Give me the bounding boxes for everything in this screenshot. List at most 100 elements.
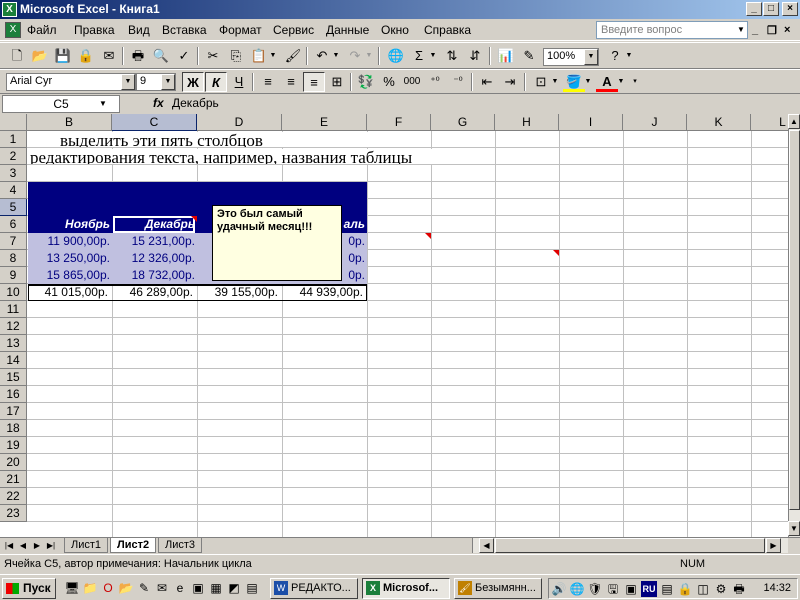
menu-edit[interactable]: Правка (74, 23, 115, 37)
chart-wizard-icon[interactable]: 📊 (495, 46, 517, 66)
vertical-scrollbar[interactable]: ▲ ▼ (788, 114, 800, 537)
maximize-button[interactable]: □ (763, 2, 779, 16)
percent-button[interactable]: % (378, 72, 400, 92)
first-sheet-icon[interactable]: |◀ (3, 539, 15, 553)
formula-input[interactable]: Декабрь (172, 96, 219, 110)
chevron-down-icon[interactable]: ▼ (550, 72, 560, 92)
total-cell[interactable]: 39 155,00р. (198, 284, 278, 301)
increase-indent-icon[interactable]: ⇥ (499, 72, 521, 92)
network-icon[interactable]: 🌐 (569, 581, 585, 597)
horizontal-scrollbar[interactable]: ◀ ▶ (472, 538, 788, 553)
column-header-b[interactable]: B (27, 114, 112, 131)
hyperlink-icon[interactable]: 🌐 (385, 46, 407, 66)
app-tray-icon[interactable]: 🖶 (731, 581, 747, 597)
chevron-down-icon[interactable]: ▼ (161, 74, 175, 90)
folder-icon[interactable]: 📂 (118, 580, 134, 596)
paste-icon[interactable]: 📋 (248, 46, 270, 66)
cell-row1-text[interactable]: выделить эти пять столбцов (28, 132, 368, 147)
column-header-l[interactable]: L (751, 114, 788, 131)
sheet-tab-1[interactable]: Лист1 (64, 538, 109, 553)
chevron-down-icon[interactable]: ▼ (268, 46, 278, 66)
thousands-button[interactable]: 000 (401, 72, 423, 92)
table-cell[interactable]: 15 231,00р. (113, 233, 195, 250)
close-button[interactable]: × (782, 2, 798, 16)
row-header[interactable]: 12 (0, 318, 27, 335)
menu-view[interactable]: Вид (128, 23, 150, 37)
email-icon[interactable]: ✉ (98, 46, 120, 66)
chevron-down-icon[interactable]: ▼ (428, 46, 438, 66)
chevron-down-icon[interactable]: ▼ (624, 46, 634, 66)
column-header-h[interactable]: H (495, 114, 559, 131)
taskbar-paint-button[interactable]: 🖌 Безымянн... (454, 578, 542, 599)
row-header[interactable]: 16 (0, 386, 27, 403)
app-icon[interactable]: ◩ (226, 580, 242, 596)
comment-indicator[interactable] (553, 250, 559, 256)
excel-app-icon[interactable]: X (2, 2, 17, 17)
new-document-icon[interactable]: 🗋 (6, 46, 28, 66)
table-cell[interactable]: 12 326,00р. (113, 250, 195, 267)
ie-icon[interactable]: e (172, 580, 188, 596)
menu-help[interactable]: Справка (424, 23, 471, 37)
drawing-icon[interactable]: ✎ (518, 46, 540, 66)
app-tray-icon[interactable]: ◫ (695, 581, 711, 597)
scroll-down-icon[interactable]: ▼ (788, 521, 800, 536)
volume-icon[interactable]: 🔊 (551, 581, 567, 597)
column-header-g[interactable]: G (431, 114, 495, 131)
row-header[interactable]: 17 (0, 403, 27, 420)
row-header[interactable]: 3 (0, 165, 27, 182)
chevron-down-icon[interactable]: ▼ (96, 96, 110, 112)
doc-restore-button[interactable]: ❐ (767, 24, 777, 37)
increase-decimal-icon[interactable]: ⁺⁰ (424, 72, 446, 92)
italic-button[interactable]: К (205, 72, 227, 92)
select-all-corner[interactable] (0, 114, 27, 131)
sheet-tab-2[interactable]: Лист2 (110, 538, 157, 553)
chevron-down-icon[interactable]: ▼ (331, 46, 341, 66)
row-header[interactable]: 6 (0, 216, 27, 233)
row-header[interactable]: 23 (0, 505, 27, 522)
doc-minimize-button[interactable]: _ (752, 24, 758, 36)
app-tray-icon[interactable]: ▣ (623, 581, 639, 597)
taskbar-excel-button[interactable]: X Microsof... (362, 578, 450, 599)
column-header-c[interactable]: C (112, 114, 197, 131)
outlook-icon[interactable]: ✉ (154, 580, 170, 596)
menu-data[interactable]: Данные (326, 23, 369, 37)
decrease-indent-icon[interactable]: ⇤ (476, 72, 498, 92)
column-header-i[interactable]: I (559, 114, 623, 131)
prev-sheet-icon[interactable]: ◀ (17, 539, 29, 553)
app-tray-icon[interactable]: 🖫 (605, 581, 621, 597)
row-header[interactable]: 1 (0, 131, 27, 148)
copy-icon[interactable]: ⎘ (225, 46, 247, 66)
chevron-down-icon[interactable]: ▼ (735, 22, 747, 38)
menu-format[interactable]: Формат (219, 23, 262, 37)
chevron-down-icon[interactable]: ▼ (584, 49, 598, 65)
fill-color-icon[interactable]: 🪣 (563, 72, 585, 92)
menu-insert[interactable]: Вставка (162, 23, 207, 37)
clock[interactable]: 14:32 (763, 582, 791, 594)
office-icon[interactable]: O (100, 580, 116, 596)
sheet-tab-3[interactable]: Лист3 (158, 538, 203, 553)
app-tray-icon[interactable]: 🔒 (677, 581, 693, 597)
row-header[interactable]: 11 (0, 301, 27, 318)
open-folder-icon[interactable]: 📂 (29, 46, 51, 66)
next-sheet-icon[interactable]: ▶ (31, 539, 43, 553)
row-header[interactable]: 22 (0, 488, 27, 505)
menu-tools[interactable]: Сервис (273, 23, 314, 37)
media-icon[interactable]: ▣ (190, 580, 206, 596)
font-color-icon[interactable]: A (596, 72, 618, 92)
scroll-up-icon[interactable]: ▲ (788, 114, 800, 129)
chevron-down-icon[interactable]: ▼ (364, 46, 374, 66)
row-header[interactable]: 15 (0, 369, 27, 386)
table-cell[interactable]: 18 732,00р. (113, 267, 195, 284)
column-header-f[interactable]: F (367, 114, 431, 131)
comment-indicator[interactable] (191, 216, 197, 222)
row-header[interactable]: 20 (0, 454, 27, 471)
table-cell[interactable]: 15 865,00р. (28, 267, 110, 284)
app-tray-icon[interactable]: ⚙ (713, 581, 729, 597)
minimize-button[interactable]: _ (746, 2, 762, 16)
antivirus-icon[interactable]: 🛡 (587, 581, 603, 597)
scroll-thumb[interactable] (495, 538, 765, 553)
format-painter-icon[interactable]: 🖌 (282, 46, 304, 66)
column-header-d[interactable]: D (197, 114, 282, 131)
explorer-icon[interactable]: 📁 (82, 580, 98, 596)
row-header[interactable]: 19 (0, 437, 27, 454)
